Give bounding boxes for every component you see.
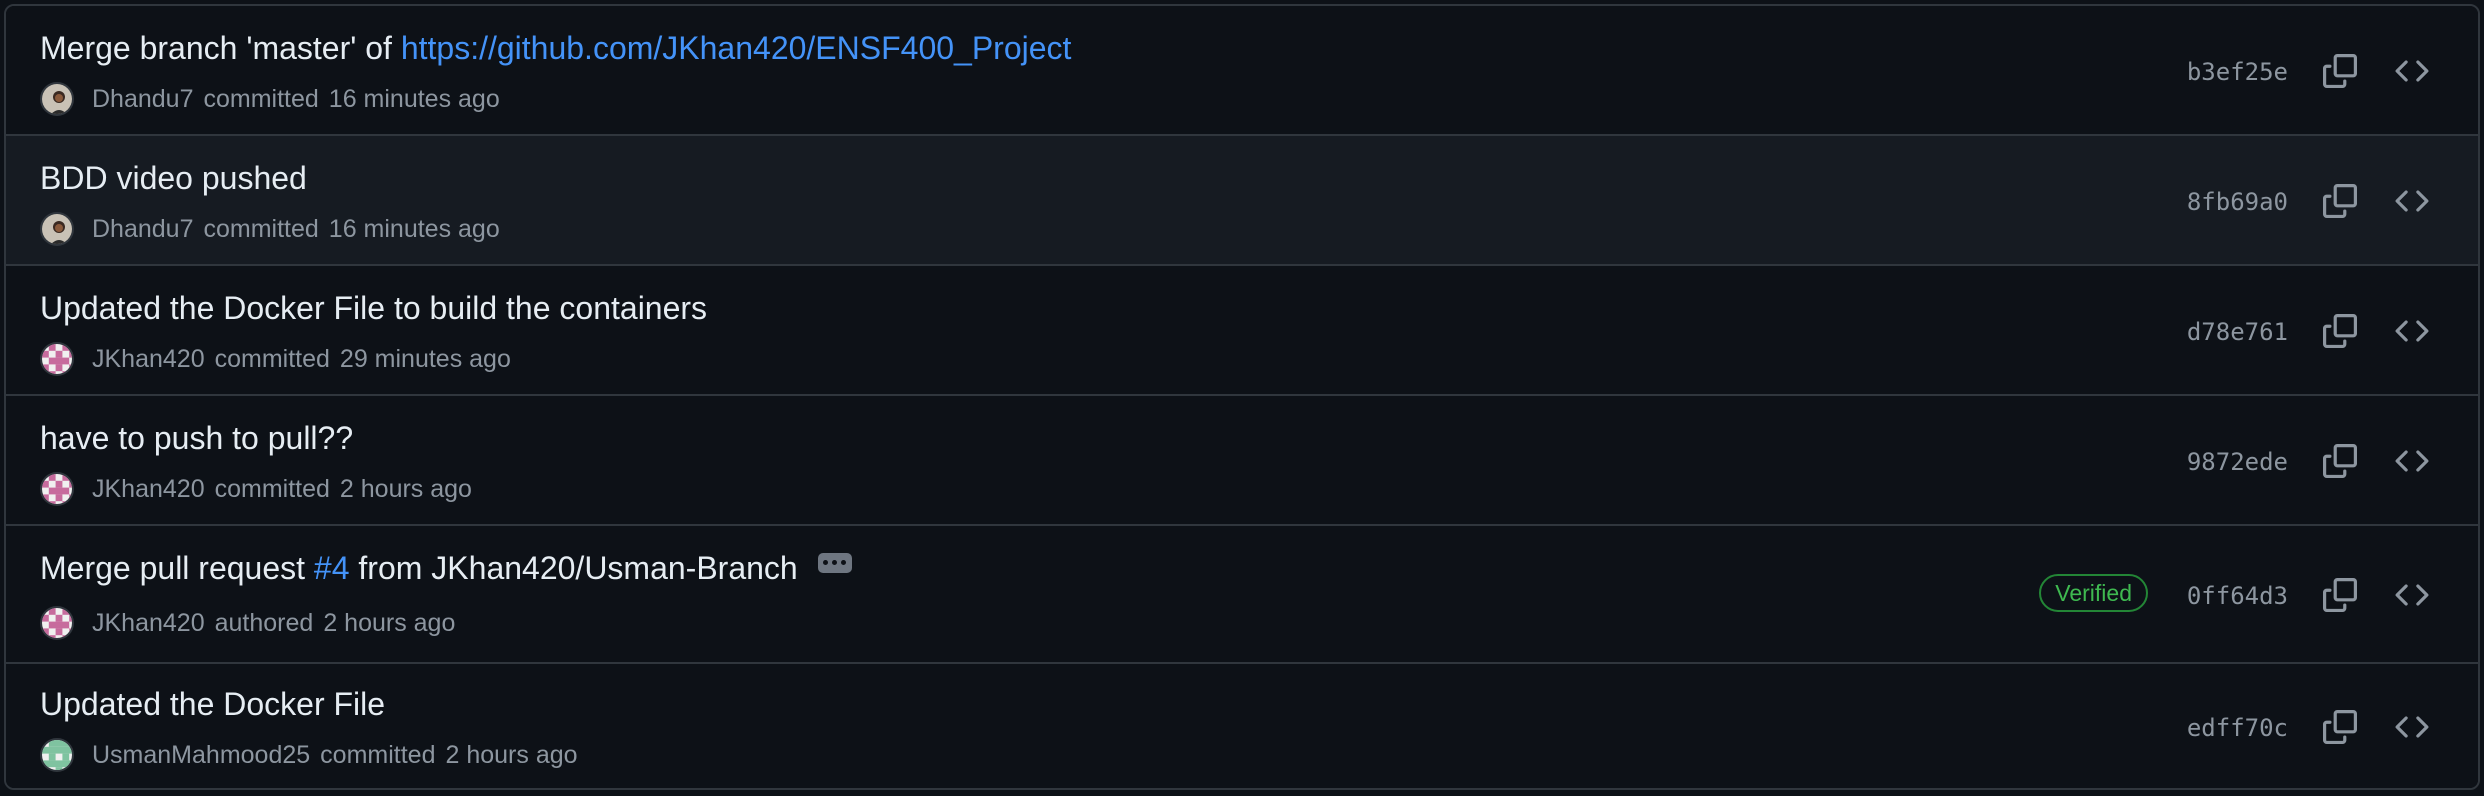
commit-time: 16 minutes ago	[328, 84, 500, 113]
expand-message-button[interactable]	[817, 552, 852, 573]
identicon-green-icon[interactable]	[40, 738, 74, 772]
identicon-pink-icon[interactable]	[40, 472, 74, 506]
commit-title: BDD video pushed	[40, 160, 307, 197]
commit-author-link[interactable]: Dhandu7	[92, 85, 193, 114]
commit-row: BDD video pushed Dhandu7 committed 16 mi…	[6, 136, 2478, 266]
verified-badge[interactable]: Verified	[2039, 574, 2148, 612]
commit-meta: JKhan420 committed 29 minutes ago	[40, 342, 511, 376]
copy-icon	[2323, 54, 2357, 88]
code-icon	[2395, 60, 2429, 82]
photo-avatar-icon[interactable]	[40, 212, 74, 246]
commit-author-link[interactable]: JKhan420	[92, 475, 205, 504]
copy-icon	[2323, 444, 2357, 478]
identicon-pink-icon[interactable]	[40, 342, 74, 376]
commit-time: 2 hours ago	[323, 608, 456, 637]
copy-icon	[2323, 314, 2357, 348]
commit-title-text[interactable]: BDD video pushed	[40, 160, 307, 197]
commit-title-text[interactable]: Updated the Docker File	[40, 686, 385, 723]
commit-sha-link[interactable]: 0ff64d3	[2187, 582, 2288, 610]
browse-repo-button[interactable]	[2390, 179, 2434, 223]
commit-meta: JKhan420 authored 2 hours ago	[40, 606, 455, 640]
code-icon	[2395, 450, 2429, 472]
copy-icon	[2323, 578, 2357, 612]
commit-verb: committed	[214, 474, 330, 503]
copy-icon	[2323, 184, 2357, 218]
commit-meta: UsmanMahmood25 committed 2 hours ago	[40, 738, 578, 772]
copy-sha-button[interactable]	[2318, 439, 2362, 483]
browse-repo-button[interactable]	[2390, 49, 2434, 93]
commit-verb: committed	[203, 84, 319, 113]
commit-sha-link[interactable]: b3ef25e	[2187, 58, 2288, 86]
commit-author-link[interactable]: Dhandu7	[92, 215, 193, 244]
commit-list: Merge branch 'master' of https://github.…	[4, 4, 2480, 790]
browse-repo-button[interactable]	[2390, 705, 2434, 749]
commit-author-link[interactable]: JKhan420	[92, 609, 205, 638]
code-icon	[2395, 190, 2429, 212]
commit-row: Merge branch 'master' of https://github.…	[6, 6, 2478, 136]
commit-title-link[interactable]: https://github.com/JKhan420/ENSF400_Proj…	[401, 30, 1072, 67]
copy-sha-button[interactable]	[2318, 49, 2362, 93]
commit-title-text[interactable]: Updated the Docker File to build the con…	[40, 290, 707, 327]
commit-time: 2 hours ago	[339, 474, 472, 503]
commit-title: Merge branch 'master' of https://github.…	[40, 30, 1071, 67]
commit-verb: committed	[203, 214, 319, 243]
commit-verb: committed	[214, 344, 330, 373]
browse-repo-button[interactable]	[2390, 309, 2434, 353]
commit-title-text[interactable]: have to push to pull??	[40, 420, 353, 457]
commit-meta: Dhandu7 committed 16 minutes ago	[40, 82, 500, 116]
commit-title: Merge pull request #4 from JKhan420/Usma…	[40, 550, 852, 587]
code-icon	[2395, 584, 2429, 606]
code-icon	[2395, 716, 2429, 738]
commit-author-link[interactable]: UsmanMahmood25	[92, 741, 310, 770]
identicon-pink-icon[interactable]	[40, 606, 74, 640]
commit-title: Updated the Docker File	[40, 686, 385, 723]
copy-sha-button[interactable]	[2318, 573, 2362, 617]
commit-time: 2 hours ago	[445, 740, 578, 769]
commit-sha-link[interactable]: 9872ede	[2187, 448, 2288, 476]
copy-sha-button[interactable]	[2318, 179, 2362, 223]
copy-sha-button[interactable]	[2318, 309, 2362, 353]
copy-sha-button[interactable]	[2318, 705, 2362, 749]
browse-repo-button[interactable]	[2390, 573, 2434, 617]
commit-time: 16 minutes ago	[328, 214, 500, 243]
commit-title-text[interactable]: Merge pull request	[40, 550, 314, 587]
commit-title: Updated the Docker File to build the con…	[40, 290, 707, 327]
pull-request-link[interactable]: #4	[314, 550, 350, 587]
commit-verb: authored	[214, 608, 314, 637]
browse-repo-button[interactable]	[2390, 439, 2434, 483]
code-icon	[2395, 320, 2429, 342]
commit-time: 29 minutes ago	[339, 344, 511, 373]
commit-title: have to push to pull??	[40, 420, 353, 457]
commit-meta: Dhandu7 committed 16 minutes ago	[40, 212, 500, 246]
photo-avatar-icon[interactable]	[40, 82, 74, 116]
commit-row: Updated the Docker File to build the con…	[6, 266, 2478, 396]
commit-title-text[interactable]: Merge branch 'master' of	[40, 30, 401, 67]
copy-icon	[2323, 710, 2357, 744]
commit-row: Merge pull request #4 from JKhan420/Usma…	[6, 526, 2478, 664]
commit-sha-link[interactable]: edff70c	[2187, 714, 2288, 742]
commit-meta: JKhan420 committed 2 hours ago	[40, 472, 472, 506]
commit-sha-link[interactable]: 8fb69a0	[2187, 188, 2288, 216]
commit-verb: committed	[320, 740, 436, 769]
commit-author-link[interactable]: JKhan420	[92, 345, 205, 374]
commit-title-text-rest[interactable]: from JKhan420/Usman-Branch	[350, 550, 797, 587]
commit-row: have to push to pull?? JKhan420 committe…	[6, 396, 2478, 526]
commit-row: Updated the Docker File UsmanMahmood25 c…	[6, 664, 2478, 788]
commit-sha-link[interactable]: d78e761	[2187, 318, 2288, 346]
